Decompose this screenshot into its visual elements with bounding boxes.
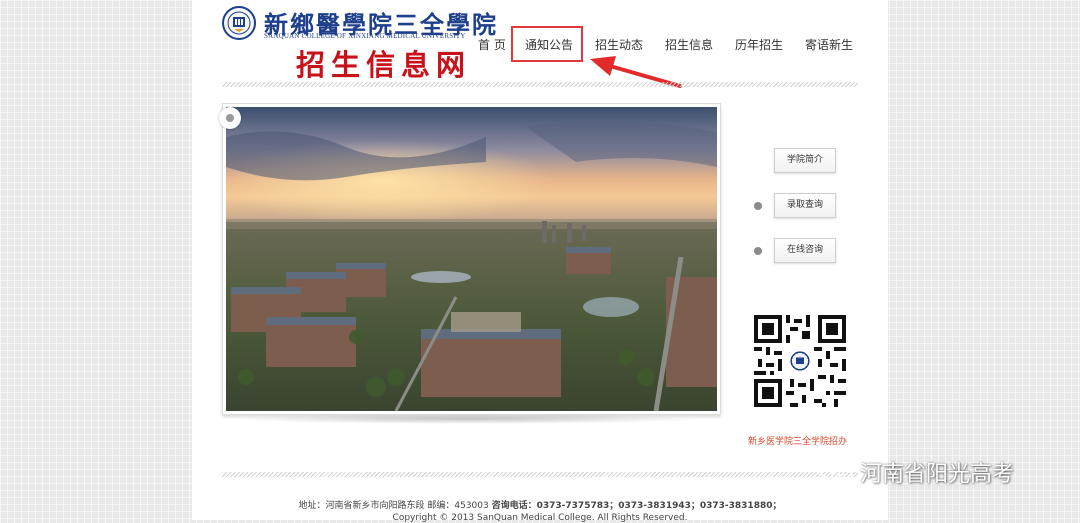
nav-highlight-box bbox=[511, 26, 583, 62]
bullet-dot-icon bbox=[754, 247, 762, 255]
online-consult-button[interactable]: 在线咨询 bbox=[774, 238, 836, 263]
watermark-text: 河南省阳光高考 bbox=[860, 462, 1015, 487]
admission-query-button[interactable]: 录取查询 bbox=[774, 193, 836, 218]
footer-copyright: Copyright © 2013 SanQuan Medical College… bbox=[392, 513, 688, 523]
college-intro-button[interactable]: 学院简介 bbox=[774, 148, 836, 173]
footer-phone-numbers: 0373-7375783；0373-3831943；0373-3831880； bbox=[536, 501, 782, 511]
slideshow-dot-icon[interactable] bbox=[219, 107, 241, 129]
nav-item-past-admissions[interactable]: 历年招生 bbox=[735, 34, 783, 56]
page-container: 新鄉醫學院三全學院 SANQUAN COLLEGE OF XINXIANG ME… bbox=[192, 0, 888, 523]
nav-item-message-to-freshmen[interactable]: 寄语新生 bbox=[805, 34, 853, 56]
footer-phone-label: 咨询电话： bbox=[491, 501, 537, 511]
nav-item-home[interactable]: 首 页 bbox=[478, 34, 506, 56]
campus-aerial-photo[interactable] bbox=[226, 107, 717, 411]
bullet-dot-icon bbox=[754, 202, 762, 210]
site-banner-title: 招生信息网 bbox=[296, 48, 472, 82]
qr-code-caption: 新乡医学院三全学院招办 bbox=[748, 437, 848, 447]
college-emblem-icon[interactable] bbox=[222, 6, 256, 40]
header-divider bbox=[222, 82, 858, 87]
wechat-icon bbox=[818, 457, 854, 486]
footer-address-text: 地址：河南省新乡市向阳路东段 邮编：453003 bbox=[298, 501, 489, 511]
qr-code-icon bbox=[754, 315, 846, 407]
photo-shadow bbox=[232, 414, 702, 424]
footer-divider bbox=[222, 472, 858, 477]
footer-address: 地址：河南省新乡市向阳路东段 邮编：453003 咨询电话：0373-73757… bbox=[192, 498, 888, 511]
college-name-en: SANQUAN COLLEGE OF XINXIANG MEDICAL UNIV… bbox=[264, 32, 466, 40]
campus-photo-frame bbox=[219, 103, 721, 415]
